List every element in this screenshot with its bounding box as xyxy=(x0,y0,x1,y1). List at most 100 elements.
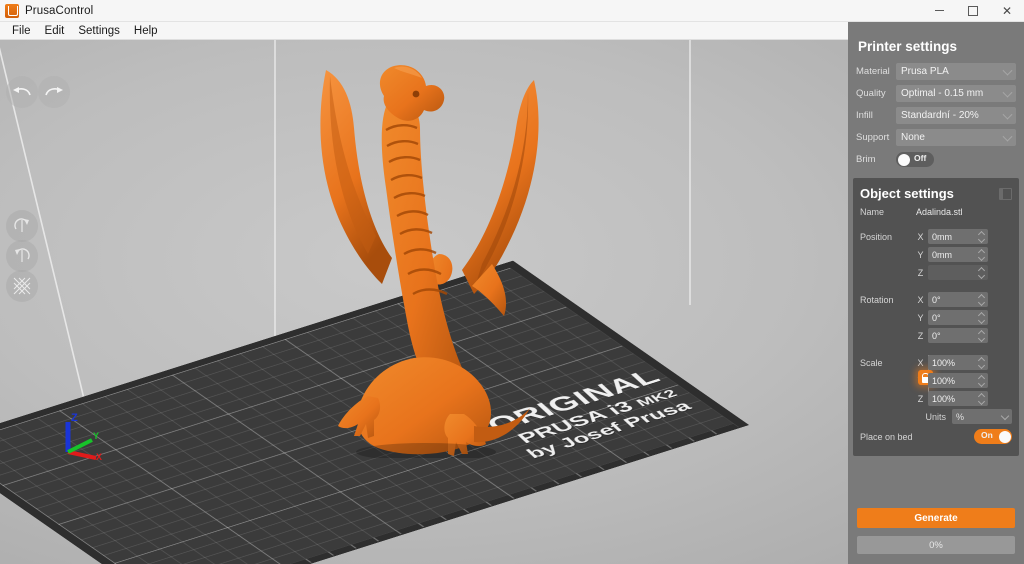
infill-pattern-button[interactable] xyxy=(6,270,38,302)
toggle-knob xyxy=(898,154,910,166)
place-on-bed-state: On xyxy=(981,430,993,440)
printer-settings-section: Printer settings Material Prusa PLA Qual… xyxy=(848,22,1024,167)
place-on-bed-toggle[interactable]: On xyxy=(974,429,1012,444)
brim-label: Brim xyxy=(856,154,896,165)
scale-x-input[interactable]: 100% xyxy=(928,355,988,370)
scale-row-x: Scale X 100% xyxy=(860,355,1012,370)
infill-select[interactable]: Standardní - 20% xyxy=(896,107,1016,124)
spinner-down-icon[interactable] xyxy=(978,316,985,323)
rotation-z-value: 0° xyxy=(932,331,941,341)
rotation-x-value: 0° xyxy=(932,295,941,305)
rotation-row-x: Rotation X 0° xyxy=(860,292,1012,307)
material-select[interactable]: Prusa PLA xyxy=(896,63,1016,80)
position-label: Position xyxy=(860,232,916,242)
object-settings-title: Object settings xyxy=(860,186,954,201)
axis-label-x: X xyxy=(916,295,925,305)
rotation-x-input[interactable]: 0° xyxy=(928,292,988,307)
axis-label-x: X xyxy=(916,232,925,242)
rotation-y-value: 0° xyxy=(932,313,941,323)
undo-button[interactable] xyxy=(6,76,38,108)
rotation-y-input[interactable]: 0° xyxy=(928,310,988,325)
rotation-row-y: Y 0° xyxy=(860,310,1012,325)
spinner-down-icon[interactable] xyxy=(978,253,985,260)
units-value: % xyxy=(956,412,964,422)
scale-y-input[interactable]: 100% xyxy=(928,373,988,388)
position-x-value: 0mm xyxy=(932,232,952,242)
menu-item-help[interactable]: Help xyxy=(127,23,165,39)
position-z-input xyxy=(928,265,988,280)
chevron-down-icon xyxy=(1001,412,1009,420)
axis-label-y: Y xyxy=(916,313,925,323)
axis-gizmo: Z Y X xyxy=(52,408,106,460)
scale-y-value: 100% xyxy=(932,376,955,386)
units-select[interactable]: % xyxy=(952,409,1012,424)
scale-row-z: Z 100% xyxy=(860,391,1012,406)
spinner-down-icon[interactable] xyxy=(978,334,985,341)
brim-toggle[interactable]: Off xyxy=(896,152,934,167)
object-settings-header: Object settings xyxy=(860,186,1012,201)
maximize-icon[interactable] xyxy=(956,0,990,22)
position-x-input[interactable]: 0mm xyxy=(928,229,988,244)
support-row: Support None xyxy=(856,129,1016,146)
spinner-down-icon[interactable] xyxy=(978,361,985,368)
support-label: Support xyxy=(856,132,896,143)
chevron-down-icon xyxy=(1003,131,1013,141)
infill-row: Infill Standardní - 20% xyxy=(856,107,1016,124)
spinner-down-icon[interactable] xyxy=(978,235,985,242)
object-name-row: Name Adalinda.stl xyxy=(860,207,1012,217)
redo-button[interactable] xyxy=(38,76,70,108)
axis-label-z: Z xyxy=(916,331,925,341)
rotation-row-z: Z 0° xyxy=(860,328,1012,343)
units-label: Units xyxy=(925,412,946,422)
progress-bar: 0% xyxy=(857,536,1015,554)
chevron-down-icon xyxy=(1003,65,1013,75)
support-value: None xyxy=(901,132,925,143)
menu-item-file[interactable]: File xyxy=(5,23,38,39)
infill-label: Infill xyxy=(856,110,896,121)
quality-select[interactable]: Optimal - 0.15 mm xyxy=(896,85,1016,102)
material-row: Material Prusa PLA xyxy=(856,63,1016,80)
scale-label: Scale xyxy=(860,358,916,368)
axis-label-x: X xyxy=(916,358,925,368)
dragon-model[interactable] xyxy=(296,58,566,458)
grid-pattern-icon xyxy=(13,277,31,295)
infill-value: Standardní - 20% xyxy=(901,110,979,121)
rotate-right-button[interactable] xyxy=(6,210,38,242)
spinner-down-icon[interactable] xyxy=(978,397,985,404)
printer-settings-title: Printer settings xyxy=(858,39,1016,54)
generate-button[interactable]: Generate xyxy=(857,508,1015,528)
axis-label-z: Z xyxy=(916,268,925,278)
object-name-value: Adalinda.stl xyxy=(916,207,963,217)
position-row-y: Y 0mm xyxy=(860,247,1012,262)
menu-item-edit[interactable]: Edit xyxy=(38,23,72,39)
title-bar: PrusaControl ✕ xyxy=(0,0,1024,22)
spacer xyxy=(860,283,1012,292)
3d-viewport[interactable]: ORIGINAL PRUSA i3 MK2 by Josef Prusa xyxy=(0,40,848,564)
scale-x-value: 100% xyxy=(932,358,955,368)
position-y-input[interactable]: 0mm xyxy=(928,247,988,262)
place-on-bed-label: Place on bed xyxy=(860,432,913,442)
position-row-z: Z xyxy=(860,265,1012,280)
spinner-down-icon[interactable] xyxy=(978,379,985,386)
minimize-icon[interactable] xyxy=(922,0,956,22)
close-icon[interactable]: ✕ xyxy=(990,0,1024,22)
spacer xyxy=(860,346,1012,355)
object-name-label: Name xyxy=(860,207,916,217)
place-on-bed-row: Place on bed On xyxy=(860,429,1012,444)
scale-row-y: Y 100% xyxy=(860,373,1012,388)
redo-arrow-icon xyxy=(44,85,64,99)
axis-label-z: Z xyxy=(916,394,925,404)
rotate-left-button[interactable] xyxy=(6,240,38,272)
axis-label-y: Y xyxy=(916,250,925,260)
scale-z-value: 100% xyxy=(932,394,955,404)
rotation-z-input[interactable]: 0° xyxy=(928,328,988,343)
object-list-icon[interactable] xyxy=(999,188,1012,200)
menu-item-settings[interactable]: Settings xyxy=(71,23,127,39)
scale-z-input[interactable]: 100% xyxy=(928,391,988,406)
object-settings-card: Object settings Name Adalinda.stl Positi… xyxy=(853,178,1019,456)
spinner-down-icon[interactable] xyxy=(978,298,985,305)
scale-group: Scale X 100% Y 100% xyxy=(860,355,1012,406)
brim-row: Brim Off xyxy=(856,152,1016,167)
support-select[interactable]: None xyxy=(896,129,1016,146)
position-y-value: 0mm xyxy=(932,250,952,260)
